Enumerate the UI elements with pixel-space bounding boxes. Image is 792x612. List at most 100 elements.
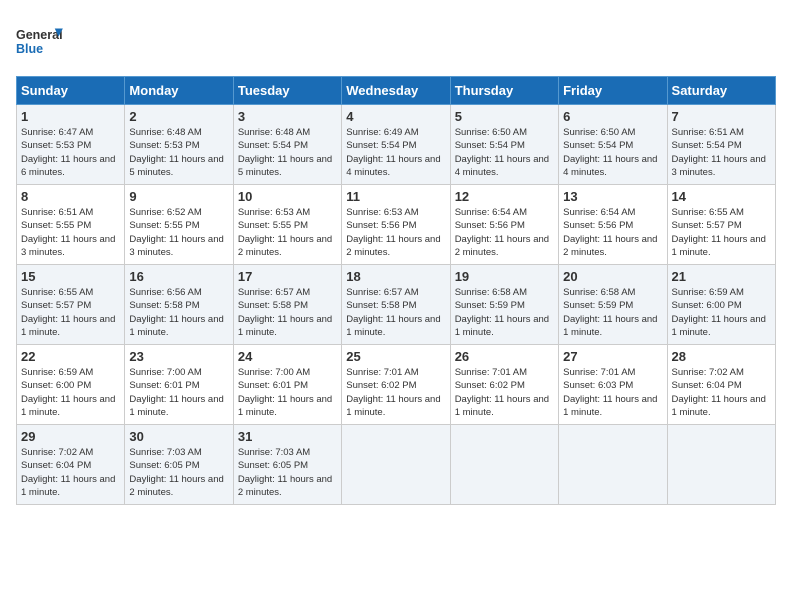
day-number: 4 xyxy=(346,109,445,124)
day-cell: 14 Sunrise: 6:55 AMSunset: 5:57 PMDayligh… xyxy=(667,185,775,265)
day-header-friday: Friday xyxy=(559,77,667,105)
day-info: Sunrise: 6:51 AMSunset: 5:54 PMDaylight:… xyxy=(672,126,771,179)
day-info: Sunrise: 6:56 AMSunset: 5:58 PMDaylight:… xyxy=(129,286,228,339)
day-number: 20 xyxy=(563,269,662,284)
day-header-wednesday: Wednesday xyxy=(342,77,450,105)
day-info: Sunrise: 6:55 AMSunset: 5:57 PMDaylight:… xyxy=(21,286,120,339)
day-number: 13 xyxy=(563,189,662,204)
day-cell xyxy=(342,425,450,505)
day-number: 12 xyxy=(455,189,554,204)
day-info: Sunrise: 7:02 AMSunset: 6:04 PMDaylight:… xyxy=(21,446,120,499)
day-number: 26 xyxy=(455,349,554,364)
svg-text:Blue: Blue xyxy=(16,42,43,56)
day-header-sunday: Sunday xyxy=(17,77,125,105)
day-cell: 12Sunrise: 6:54 AMSunset: 5:56 PMDayligh… xyxy=(450,185,558,265)
calendar-table: SundayMondayTuesdayWednesdayThursdayFrid… xyxy=(16,76,776,505)
day-number: 5 xyxy=(455,109,554,124)
day-cell: 1 Sunrise: 6:47 AMSunset: 5:53 PMDaylight… xyxy=(17,105,125,185)
day-cell: 29Sunrise: 7:02 AMSunset: 6:04 PMDayligh… xyxy=(17,425,125,505)
day-number: 8 xyxy=(21,189,120,204)
day-cell: 21 Sunrise: 6:59 AMSunset: 6:00 PMDayligh… xyxy=(667,265,775,345)
day-info: Sunrise: 6:50 AMSunset: 5:54 PMDaylight:… xyxy=(563,126,662,179)
day-cell: 3 Sunrise: 6:48 AMSunset: 5:54 PMDaylight… xyxy=(233,105,341,185)
day-number: 25 xyxy=(346,349,445,364)
day-cell: 30Sunrise: 7:03 AMSunset: 6:05 PMDayligh… xyxy=(125,425,233,505)
day-number: 18 xyxy=(346,269,445,284)
day-info: Sunrise: 7:03 AMSunset: 6:05 PMDaylight:… xyxy=(238,446,337,499)
day-number: 28 xyxy=(672,349,771,364)
day-number: 3 xyxy=(238,109,337,124)
day-number: 9 xyxy=(129,189,228,204)
day-info: Sunrise: 7:01 AMSunset: 6:03 PMDaylight:… xyxy=(563,366,662,419)
day-cell: 18 Sunrise: 6:57 AMSunset: 5:58 PMDayligh… xyxy=(342,265,450,345)
day-number: 2 xyxy=(129,109,228,124)
day-cell xyxy=(559,425,667,505)
day-info: Sunrise: 6:59 AMSunset: 6:00 PMDaylight:… xyxy=(21,366,120,419)
day-number: 6 xyxy=(563,109,662,124)
day-info: Sunrise: 6:47 AMSunset: 5:53 PMDaylight:… xyxy=(21,126,120,179)
day-info: Sunrise: 6:52 AMSunset: 5:55 PMDaylight:… xyxy=(129,206,228,259)
day-number: 19 xyxy=(455,269,554,284)
day-number: 24 xyxy=(238,349,337,364)
day-cell: 23Sunrise: 7:00 AMSunset: 6:01 PMDayligh… xyxy=(125,345,233,425)
day-cell: 17 Sunrise: 6:57 AMSunset: 5:58 PMDayligh… xyxy=(233,265,341,345)
day-info: Sunrise: 6:59 AMSunset: 6:00 PMDaylight:… xyxy=(672,286,771,339)
day-cell: 25 Sunrise: 7:01 AMSunset: 6:02 PMDayligh… xyxy=(342,345,450,425)
day-info: Sunrise: 6:53 AMSunset: 5:55 PMDaylight:… xyxy=(238,206,337,259)
day-info: Sunrise: 6:58 AMSunset: 5:59 PMDaylight:… xyxy=(455,286,554,339)
day-cell xyxy=(667,425,775,505)
day-header-tuesday: Tuesday xyxy=(233,77,341,105)
day-info: Sunrise: 7:03 AMSunset: 6:05 PMDaylight:… xyxy=(129,446,228,499)
day-number: 7 xyxy=(672,109,771,124)
day-number: 27 xyxy=(563,349,662,364)
day-info: Sunrise: 6:55 AMSunset: 5:57 PMDaylight:… xyxy=(672,206,771,259)
week-row-1: 1 Sunrise: 6:47 AMSunset: 5:53 PMDaylight… xyxy=(17,105,776,185)
day-cell: 4 Sunrise: 6:49 AMSunset: 5:54 PMDaylight… xyxy=(342,105,450,185)
day-number: 14 xyxy=(672,189,771,204)
day-cell: 13 Sunrise: 6:54 AMSunset: 5:56 PMDayligh… xyxy=(559,185,667,265)
day-cell: 5 Sunrise: 6:50 AMSunset: 5:54 PMDaylight… xyxy=(450,105,558,185)
day-cell: 16 Sunrise: 6:56 AMSunset: 5:58 PMDayligh… xyxy=(125,265,233,345)
day-number: 16 xyxy=(129,269,228,284)
day-number: 21 xyxy=(672,269,771,284)
day-cell: 26 Sunrise: 7:01 AMSunset: 6:02 PMDayligh… xyxy=(450,345,558,425)
day-cell: 19 Sunrise: 6:58 AMSunset: 5:59 PMDayligh… xyxy=(450,265,558,345)
day-cell: 10 Sunrise: 6:53 AMSunset: 5:55 PMDayligh… xyxy=(233,185,341,265)
day-info: Sunrise: 7:00 AMSunset: 6:01 PMDaylight:… xyxy=(238,366,337,419)
day-number: 10 xyxy=(238,189,337,204)
day-cell: 2Sunrise: 6:48 AMSunset: 5:53 PMDaylight… xyxy=(125,105,233,185)
day-number: 1 xyxy=(21,109,120,124)
week-row-4: 22 Sunrise: 6:59 AMSunset: 6:00 PMDayligh… xyxy=(17,345,776,425)
day-info: Sunrise: 6:54 AMSunset: 5:56 PMDaylight:… xyxy=(563,206,662,259)
day-header-monday: Monday xyxy=(125,77,233,105)
day-header-thursday: Thursday xyxy=(450,77,558,105)
day-info: Sunrise: 6:53 AMSunset: 5:56 PMDaylight:… xyxy=(346,206,445,259)
day-info: Sunrise: 6:57 AMSunset: 5:58 PMDaylight:… xyxy=(238,286,337,339)
day-info: Sunrise: 7:02 AMSunset: 6:04 PMDaylight:… xyxy=(672,366,771,419)
day-cell: 8Sunrise: 6:51 AMSunset: 5:55 PMDaylight… xyxy=(17,185,125,265)
day-info: Sunrise: 7:01 AMSunset: 6:02 PMDaylight:… xyxy=(346,366,445,419)
day-cell: 11 Sunrise: 6:53 AMSunset: 5:56 PMDayligh… xyxy=(342,185,450,265)
day-info: Sunrise: 6:57 AMSunset: 5:58 PMDaylight:… xyxy=(346,286,445,339)
day-info: Sunrise: 6:48 AMSunset: 5:54 PMDaylight:… xyxy=(238,126,337,179)
day-cell: 24 Sunrise: 7:00 AMSunset: 6:01 PMDayligh… xyxy=(233,345,341,425)
day-number: 15 xyxy=(21,269,120,284)
week-row-5: 29Sunrise: 7:02 AMSunset: 6:04 PMDayligh… xyxy=(17,425,776,505)
day-info: Sunrise: 6:58 AMSunset: 5:59 PMDaylight:… xyxy=(563,286,662,339)
day-number: 11 xyxy=(346,189,445,204)
day-info: Sunrise: 6:49 AMSunset: 5:54 PMDaylight:… xyxy=(346,126,445,179)
day-cell: 28 Sunrise: 7:02 AMSunset: 6:04 PMDayligh… xyxy=(667,345,775,425)
day-info: Sunrise: 7:01 AMSunset: 6:02 PMDaylight:… xyxy=(455,366,554,419)
day-cell: 22 Sunrise: 6:59 AMSunset: 6:00 PMDayligh… xyxy=(17,345,125,425)
day-number: 31 xyxy=(238,429,337,444)
day-header-saturday: Saturday xyxy=(667,77,775,105)
day-cell: 20 Sunrise: 6:58 AMSunset: 5:59 PMDayligh… xyxy=(559,265,667,345)
day-number: 17 xyxy=(238,269,337,284)
day-info: Sunrise: 7:00 AMSunset: 6:01 PMDaylight:… xyxy=(129,366,228,419)
day-info: Sunrise: 6:50 AMSunset: 5:54 PMDaylight:… xyxy=(455,126,554,179)
day-cell: 27 Sunrise: 7:01 AMSunset: 6:03 PMDayligh… xyxy=(559,345,667,425)
day-number: 22 xyxy=(21,349,120,364)
day-cell: 31 Sunrise: 7:03 AMSunset: 6:05 PMDayligh… xyxy=(233,425,341,505)
day-cell: 6 Sunrise: 6:50 AMSunset: 5:54 PMDaylight… xyxy=(559,105,667,185)
header-row: SundayMondayTuesdayWednesdayThursdayFrid… xyxy=(17,77,776,105)
